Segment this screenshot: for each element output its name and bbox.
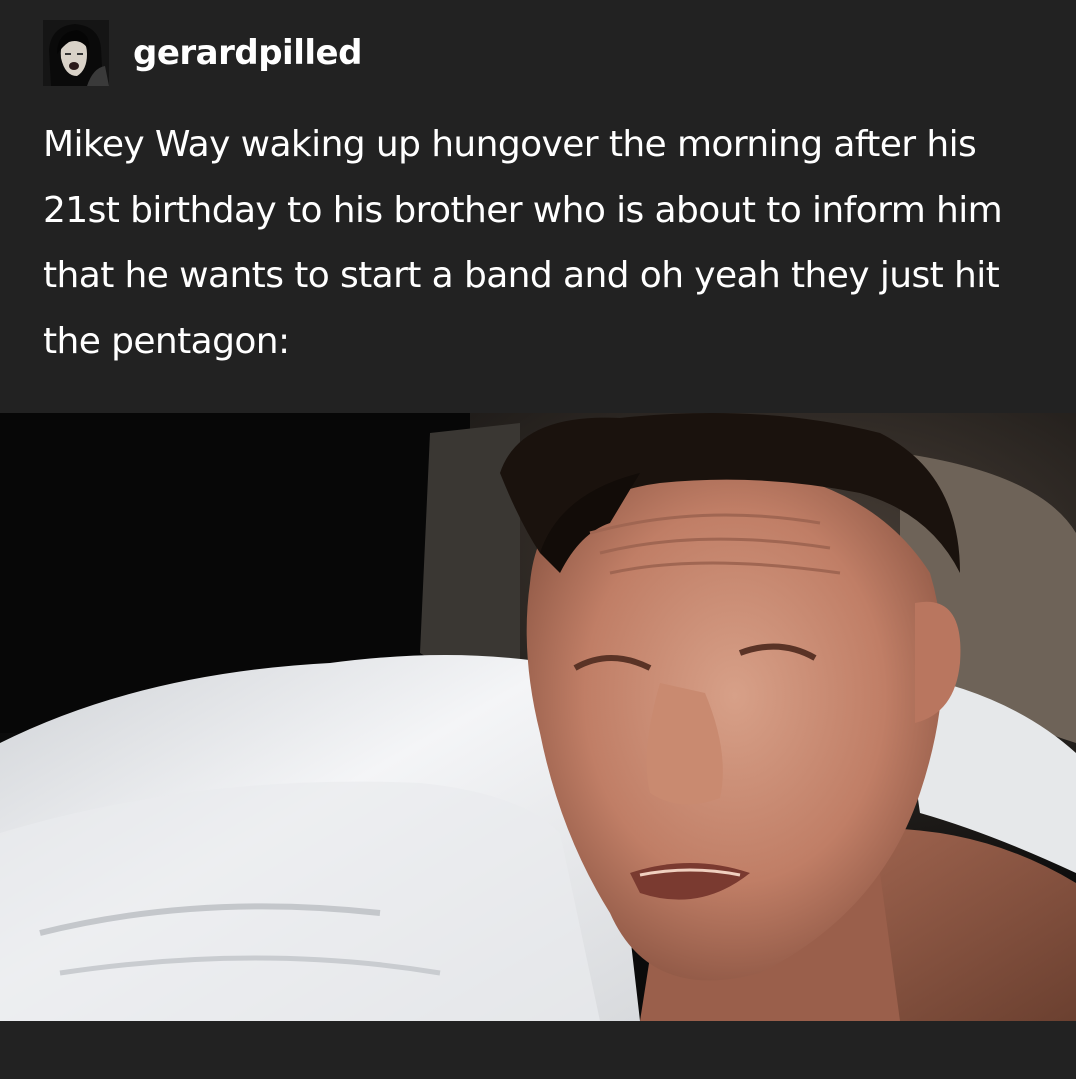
post-footer <box>0 1021 1076 1079</box>
tumblr-post: gerardpilled Mikey Way waking up hungove… <box>0 0 1076 1079</box>
post-text: Mikey Way waking up hungover the morning… <box>43 124 1003 362</box>
post-image <box>0 413 1076 1021</box>
username[interactable]: gerardpilled <box>133 20 362 86</box>
photo-man-waking-in-bed-icon <box>0 413 1076 1021</box>
user-avatar[interactable] <box>43 20 109 86</box>
post-header: gerardpilled <box>43 20 362 86</box>
avatar-icon <box>43 20 109 86</box>
